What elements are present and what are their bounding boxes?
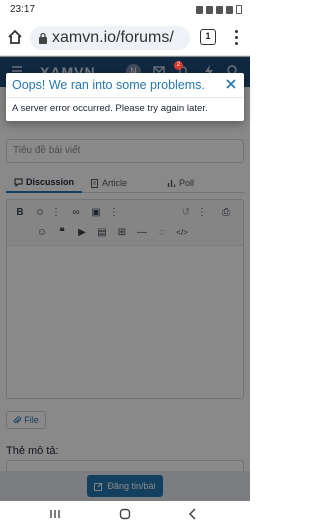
status-time: 23:17 xyxy=(10,4,36,15)
home-icon[interactable] xyxy=(6,28,24,46)
bluetooth-icon xyxy=(196,5,203,14)
url-text: xamvn.io/forums/ xyxy=(52,29,174,46)
address-bar[interactable]: xamvn.io/forums/ xyxy=(30,26,190,50)
error-dialog: Oops! We ran into some problems. A serve… xyxy=(6,73,244,121)
signal-icon-2 xyxy=(226,5,233,14)
modal-overlay[interactable] xyxy=(0,56,250,501)
dialog-header: Oops! We ran into some problems. xyxy=(6,73,244,98)
dialog-message: A server error occurred. Please try agai… xyxy=(12,103,208,114)
wifi-icon xyxy=(206,5,213,14)
tab-switcher-button[interactable]: 1 xyxy=(200,29,216,45)
lock-icon xyxy=(39,32,47,44)
notification-badge: 2 xyxy=(174,61,183,70)
status-bar: 23:17 xyxy=(0,0,250,20)
recent-apps-icon[interactable] xyxy=(48,507,62,521)
status-icons xyxy=(196,5,242,14)
close-icon[interactable] xyxy=(224,77,238,91)
signal-icon xyxy=(216,5,223,14)
back-icon[interactable] xyxy=(186,507,200,521)
browser-menu-icon[interactable] xyxy=(228,27,244,47)
home-nav-icon[interactable] xyxy=(118,507,132,521)
browser-toolbar: xamvn.io/forums/ 1 xyxy=(0,20,250,56)
system-nav-bar xyxy=(0,501,250,528)
dialog-title: Oops! We ran into some problems. xyxy=(12,78,205,92)
battery-icon xyxy=(236,5,242,14)
